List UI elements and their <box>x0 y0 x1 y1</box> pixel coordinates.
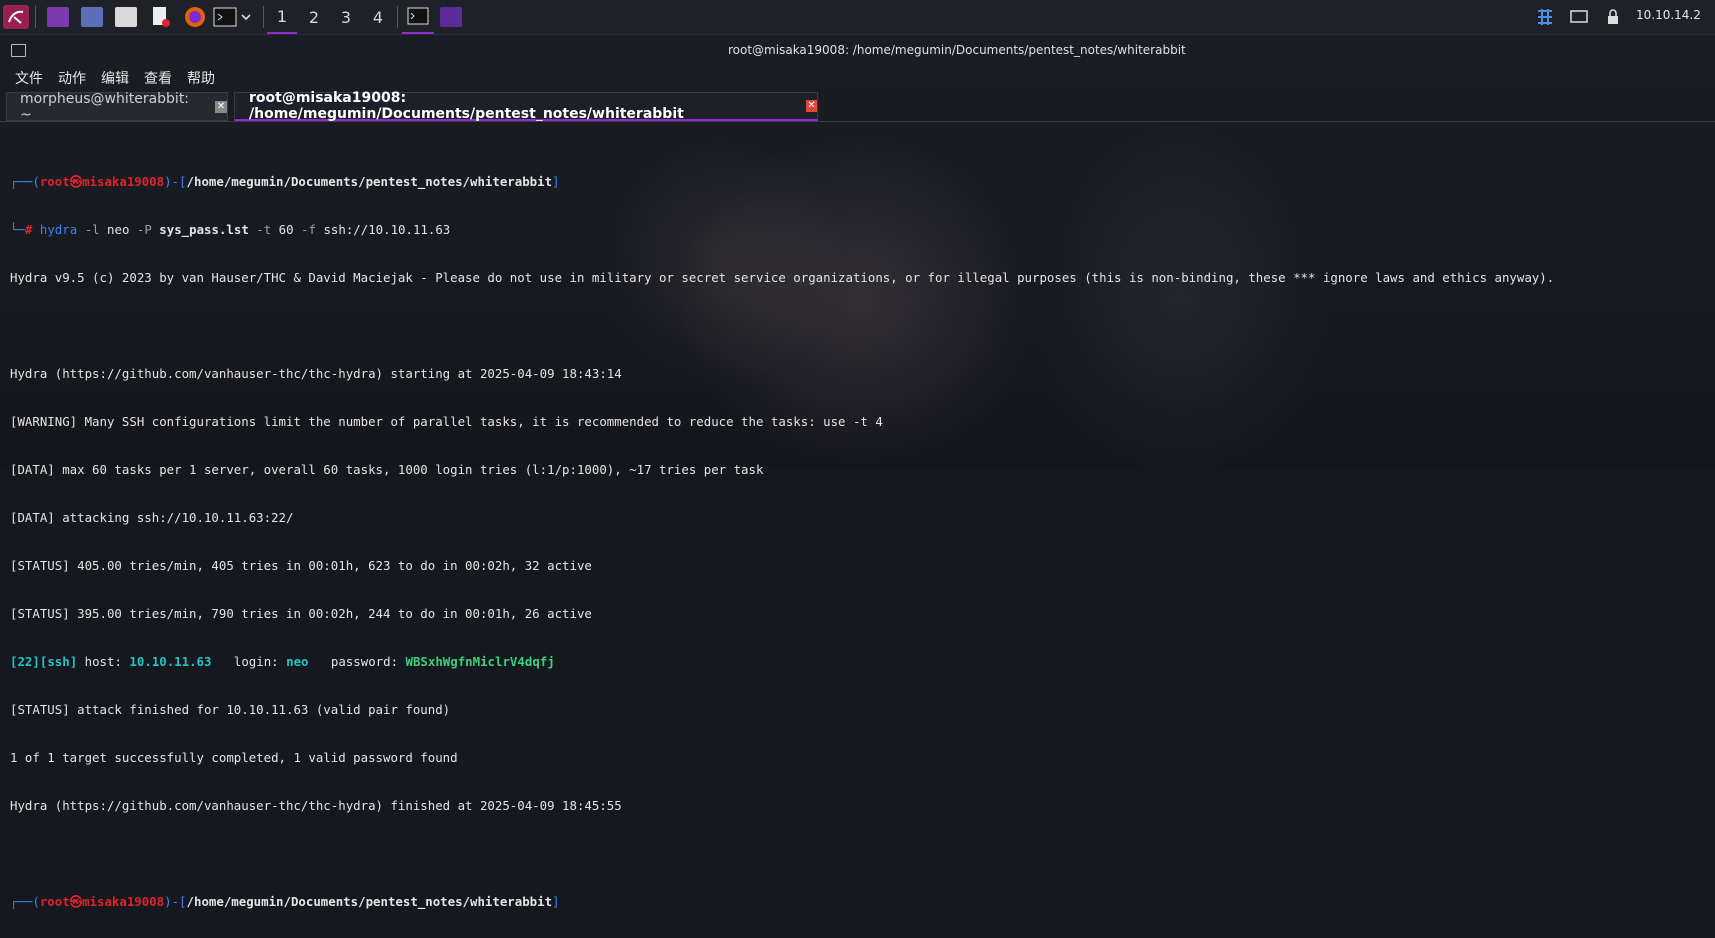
command-line: └─# hydra -l neo -P sys_pass.lst -t 60 -… <box>10 222 451 237</box>
menu-edit[interactable]: 编辑 <box>101 68 129 90</box>
taskbar-terminal-window[interactable] <box>402 0 434 34</box>
panel-separator <box>397 6 398 28</box>
workspace-4[interactable]: 4 <box>363 0 393 34</box>
output-line: 1 of 1 target successfully completed, 1 … <box>10 750 458 765</box>
found-credential-line: [22][ssh] host: 10.10.11.63 login: neo p… <box>10 654 555 669</box>
tab-root[interactable]: root@misaka19008: /home/megumin/Document… <box>234 90 818 122</box>
terminal-output[interactable]: ┌──(root㉿misaka19008)-[/home/megumin/Doc… <box>10 142 1710 938</box>
text-editor-icon[interactable] <box>151 5 171 29</box>
window-title: root@misaka19008: /home/megumin/Document… <box>728 43 1186 57</box>
display-icon[interactable] <box>1570 5 1588 29</box>
workspace-2[interactable]: 2 <box>299 0 329 34</box>
ip-address: 10.10.14.2 <box>1636 8 1701 22</box>
output-line: [STATUS] attack finished for 10.10.11.63… <box>10 702 451 717</box>
window-switcher-icon[interactable] <box>81 5 103 29</box>
input-method-icon[interactable] <box>1535 5 1555 29</box>
menu-view[interactable]: 查看 <box>144 68 172 90</box>
output-line: [STATUS] 405.00 tries/min, 405 tries in … <box>10 558 592 573</box>
output-line: Hydra (https://github.com/vanhauser-thc/… <box>10 798 622 813</box>
output-line: [DATA] attacking ssh://10.10.11.63:22/ <box>10 510 294 525</box>
tab-label: root@misaka19008: /home/megumin/Document… <box>249 90 684 122</box>
taskbar-folder-window[interactable] <box>440 5 462 29</box>
show-desktop-icon[interactable] <box>47 5 69 29</box>
menu-actions[interactable]: 动作 <box>58 68 86 90</box>
file-manager-icon[interactable] <box>115 5 137 29</box>
window-titlebar[interactable]: root@misaka19008: /home/megumin/Document… <box>0 40 1715 62</box>
output-line: [DATA] max 60 tasks per 1 server, overal… <box>10 462 764 477</box>
close-icon[interactable]: ✕ <box>806 100 817 112</box>
output-line: [STATUS] 395.00 tries/min, 790 tries in … <box>10 606 592 621</box>
chevron-down-icon[interactable] <box>240 5 252 29</box>
menu-help[interactable]: 帮助 <box>187 68 215 90</box>
panel-separator <box>263 6 264 28</box>
panel-separator <box>35 6 36 28</box>
lock-icon[interactable] <box>1606 5 1620 29</box>
tab-divider <box>0 121 1715 122</box>
close-icon[interactable]: ✕ <box>215 100 227 113</box>
top-panel: 1 2 3 4 10.10.14.2 <box>0 0 1715 35</box>
terminal-icon <box>11 44 26 57</box>
tab-morpheus[interactable]: morpheus@whiterabbit: ~ ✕ <box>6 90 228 123</box>
tab-label: morpheus@whiterabbit: ~ <box>20 90 190 123</box>
prompt-line: ┌──(root㉿misaka19008)-[/home/megumin/Doc… <box>10 174 560 189</box>
output-line: Hydra (https://github.com/vanhauser-thc/… <box>10 366 622 381</box>
output-line: [WARNING] Many SSH configurations limit … <box>10 414 883 429</box>
menu-file[interactable]: 文件 <box>15 68 43 90</box>
workspace-1[interactable]: 1 <box>267 0 297 34</box>
workspace-3[interactable]: 3 <box>331 0 361 34</box>
terminal-launcher-icon[interactable] <box>213 5 237 29</box>
firefox-icon[interactable] <box>184 5 206 29</box>
output-line: Hydra v9.5 (c) 2023 by van Hauser/THC & … <box>10 270 1555 285</box>
kali-menu-icon[interactable] <box>3 5 29 29</box>
prompt-line: ┌──(root㉿misaka19008)-[/home/megumin/Doc… <box>10 894 560 909</box>
menu-bar: 文件 动作 编辑 查看 帮助 <box>15 68 230 90</box>
